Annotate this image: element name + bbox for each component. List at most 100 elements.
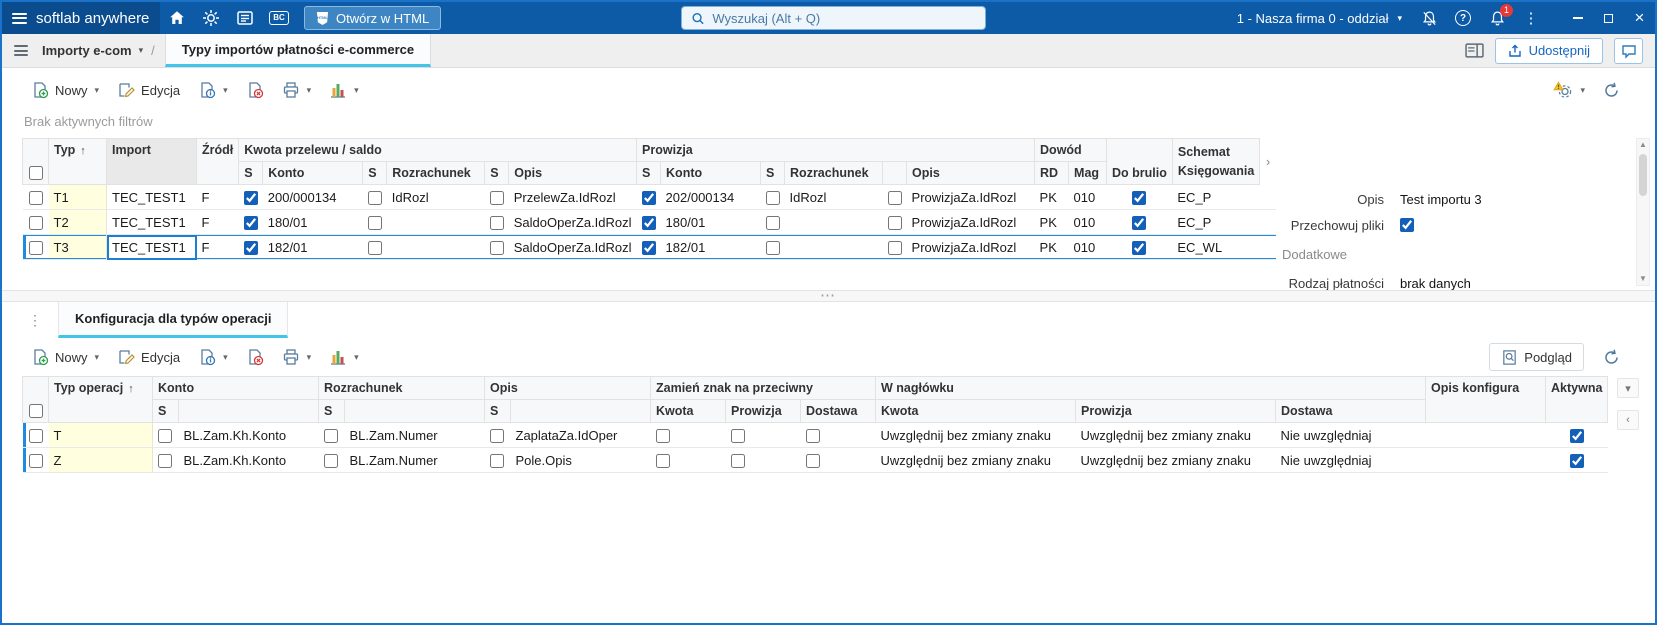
column-header-opis-konfiguracji[interactable]: Opis konfigura — [1425, 376, 1546, 423]
bc-button[interactable]: BC — [262, 2, 296, 34]
row-select-cell[interactable] — [22, 422, 49, 448]
row-select-checkbox[interactable] — [28, 428, 43, 443]
more-options-button[interactable]: ⋮ — [1514, 2, 1548, 34]
zamien-kwota-checkbox[interactable] — [655, 453, 670, 468]
do-brulionu-checkbox[interactable] — [1132, 190, 1147, 205]
s-checkbox[interactable] — [367, 190, 382, 205]
cell-do-brulionu[interactable] — [1106, 184, 1173, 210]
refresh-button[interactable] — [1594, 342, 1629, 372]
document-info-button[interactable]: ▾ — [189, 342, 237, 372]
cell-prowizja-opis[interactable]: ProwizjaZa.IdRozl — [906, 234, 1035, 260]
cell-aktywna[interactable] — [1545, 422, 1608, 448]
delete-button[interactable] — [237, 75, 273, 105]
open-in-html-button[interactable]: HTML Otwórz w HTML — [304, 6, 442, 30]
cell-kwota-opis[interactable]: SaldoOperZa.IdRozl — [508, 209, 637, 235]
cell-zamien-dostawa[interactable] — [800, 447, 876, 473]
zamien-kwota-checkbox[interactable] — [655, 428, 670, 443]
cell-mag[interactable]: 010 — [1068, 184, 1107, 210]
pane-splitter[interactable]: ⋯ — [2, 288, 1655, 303]
cell-prowizja-rozrachunek-s[interactable] — [760, 234, 785, 260]
s-checkbox[interactable] — [765, 190, 780, 205]
s-checkbox[interactable] — [323, 453, 338, 468]
s-checkbox[interactable] — [641, 215, 656, 230]
cell-kwota-rozrachunek-s[interactable] — [362, 234, 387, 260]
notifications-button[interactable]: 1 — [1480, 2, 1514, 34]
comments-button[interactable] — [1614, 37, 1643, 64]
cell-typ[interactable]: T1 — [48, 184, 107, 210]
s-checkbox[interactable] — [887, 190, 902, 205]
column-header-s[interactable]: S — [238, 161, 264, 185]
zamien-prowizja-checkbox[interactable] — [730, 428, 745, 443]
chart-button[interactable]: ▾ — [320, 75, 368, 105]
column-header-mag[interactable]: Mag — [1068, 161, 1108, 185]
column-header-s[interactable]: S — [362, 161, 388, 185]
s-checkbox[interactable] — [641, 190, 656, 205]
share-button[interactable]: Udostępnij — [1494, 37, 1603, 64]
column-header-rd[interactable]: RD — [1034, 161, 1070, 185]
cell-kwota-rozrachunek[interactable] — [386, 234, 485, 260]
cell-prowizja-rozrachunek[interactable] — [784, 234, 883, 260]
zamien-dostawa-checkbox[interactable] — [805, 453, 820, 468]
cell-import[interactable]: TEC_TEST1 — [106, 184, 197, 210]
cell-zamien-prowizja[interactable] — [725, 422, 801, 448]
cell-zamien-kwota[interactable] — [650, 447, 726, 473]
cell-opis-s[interactable] — [484, 447, 511, 473]
search-input[interactable] — [712, 10, 977, 26]
group-header-rozrachunek[interactable]: Rozrachunek — [318, 376, 485, 400]
s-checkbox[interactable] — [243, 215, 258, 230]
cell-rd[interactable]: PK — [1034, 234, 1069, 260]
breadcrumb[interactable]: Importy e-com ▾ — [40, 43, 151, 58]
cell-prowizja-rozrachunek-s[interactable] — [760, 209, 785, 235]
cell-zamien-prowizja[interactable] — [725, 447, 801, 473]
cell-kwota-rozrachunek-s[interactable] — [362, 209, 387, 235]
panel-layout-button[interactable] — [1464, 42, 1484, 59]
s-checkbox[interactable] — [367, 240, 382, 255]
s-checkbox[interactable] — [158, 428, 172, 443]
cell-opis-konfiguracji[interactable] — [1425, 447, 1546, 473]
row-select-checkbox[interactable] — [28, 190, 43, 205]
scroll-down-icon[interactable]: ▼ — [1639, 273, 1647, 285]
row-select-cell[interactable] — [22, 209, 49, 235]
column-header-konto[interactable]: Konto — [660, 161, 762, 185]
s-checkbox[interactable] — [765, 240, 780, 255]
cell-zrodlo[interactable]: F — [196, 184, 239, 210]
cell-konto-s[interactable] — [152, 447, 179, 473]
row-select-checkbox[interactable] — [28, 215, 43, 230]
s-checkbox[interactable] — [887, 215, 902, 230]
column-header-prowizja[interactable]: Prowizja — [725, 399, 801, 423]
panel-drag-handle[interactable]: ⋮ — [2, 312, 58, 329]
s-checkbox[interactable] — [367, 215, 382, 230]
cell-naglowek-dostawa[interactable]: Nie uwzględniaj — [1275, 447, 1426, 473]
group-header-konto[interactable]: Konto — [152, 376, 319, 400]
do-brulionu-checkbox[interactable] — [1132, 215, 1147, 230]
cell-prowizja-opis-s[interactable] — [882, 209, 907, 235]
cell-do-brulionu[interactable] — [1106, 209, 1173, 235]
s-checkbox[interactable] — [489, 453, 504, 468]
s-checkbox[interactable] — [489, 215, 504, 230]
tab-konfiguracja[interactable]: Konfiguracja dla typów operacji — [58, 302, 289, 338]
column-header-zrodlo[interactable]: Źródł — [196, 138, 240, 185]
cell-prowizja-s[interactable] — [636, 234, 661, 260]
cell-rozrachunek[interactable]: BL.Zam.Numer — [344, 447, 485, 473]
cell-naglowek-dostawa[interactable]: Nie uwzględniaj — [1275, 422, 1426, 448]
cell-naglowek-kwota[interactable]: Uwzględnij bez zmiany znaku — [875, 422, 1076, 448]
notifications-muted-button[interactable] — [1412, 2, 1446, 34]
row-select-cell[interactable] — [22, 234, 49, 260]
cell-import-focused[interactable]: TEC_TEST1 — [106, 234, 197, 260]
przechowuj-pliki-checkbox[interactable] — [1400, 218, 1414, 232]
cell-do-brulionu[interactable] — [1106, 234, 1173, 260]
edit-button[interactable]: Edycja — [108, 75, 189, 105]
zamien-dostawa-checkbox[interactable] — [805, 428, 820, 443]
cell-zrodlo[interactable]: F — [196, 209, 239, 235]
cell-kwota-opis[interactable]: SaldoOperZa.IdRozl — [508, 234, 637, 260]
print-button[interactable]: ▾ — [273, 342, 321, 372]
s-checkbox[interactable] — [489, 240, 504, 255]
cell-naglowek-prowizja[interactable]: Uwzględnij bez zmiany znaku — [1075, 422, 1276, 448]
cell-kwota-opis-s[interactable] — [484, 234, 509, 260]
cell-zrodlo[interactable]: F — [196, 234, 239, 260]
document-info-button[interactable]: ▾ — [189, 75, 237, 105]
company-selector[interactable]: 1 - Nasza firma 0 - oddział ▾ — [1227, 2, 1412, 34]
main-menu-button[interactable] — [2, 2, 36, 34]
chart-button[interactable]: ▾ — [320, 342, 368, 372]
cell-mag[interactable]: 010 — [1068, 234, 1107, 260]
